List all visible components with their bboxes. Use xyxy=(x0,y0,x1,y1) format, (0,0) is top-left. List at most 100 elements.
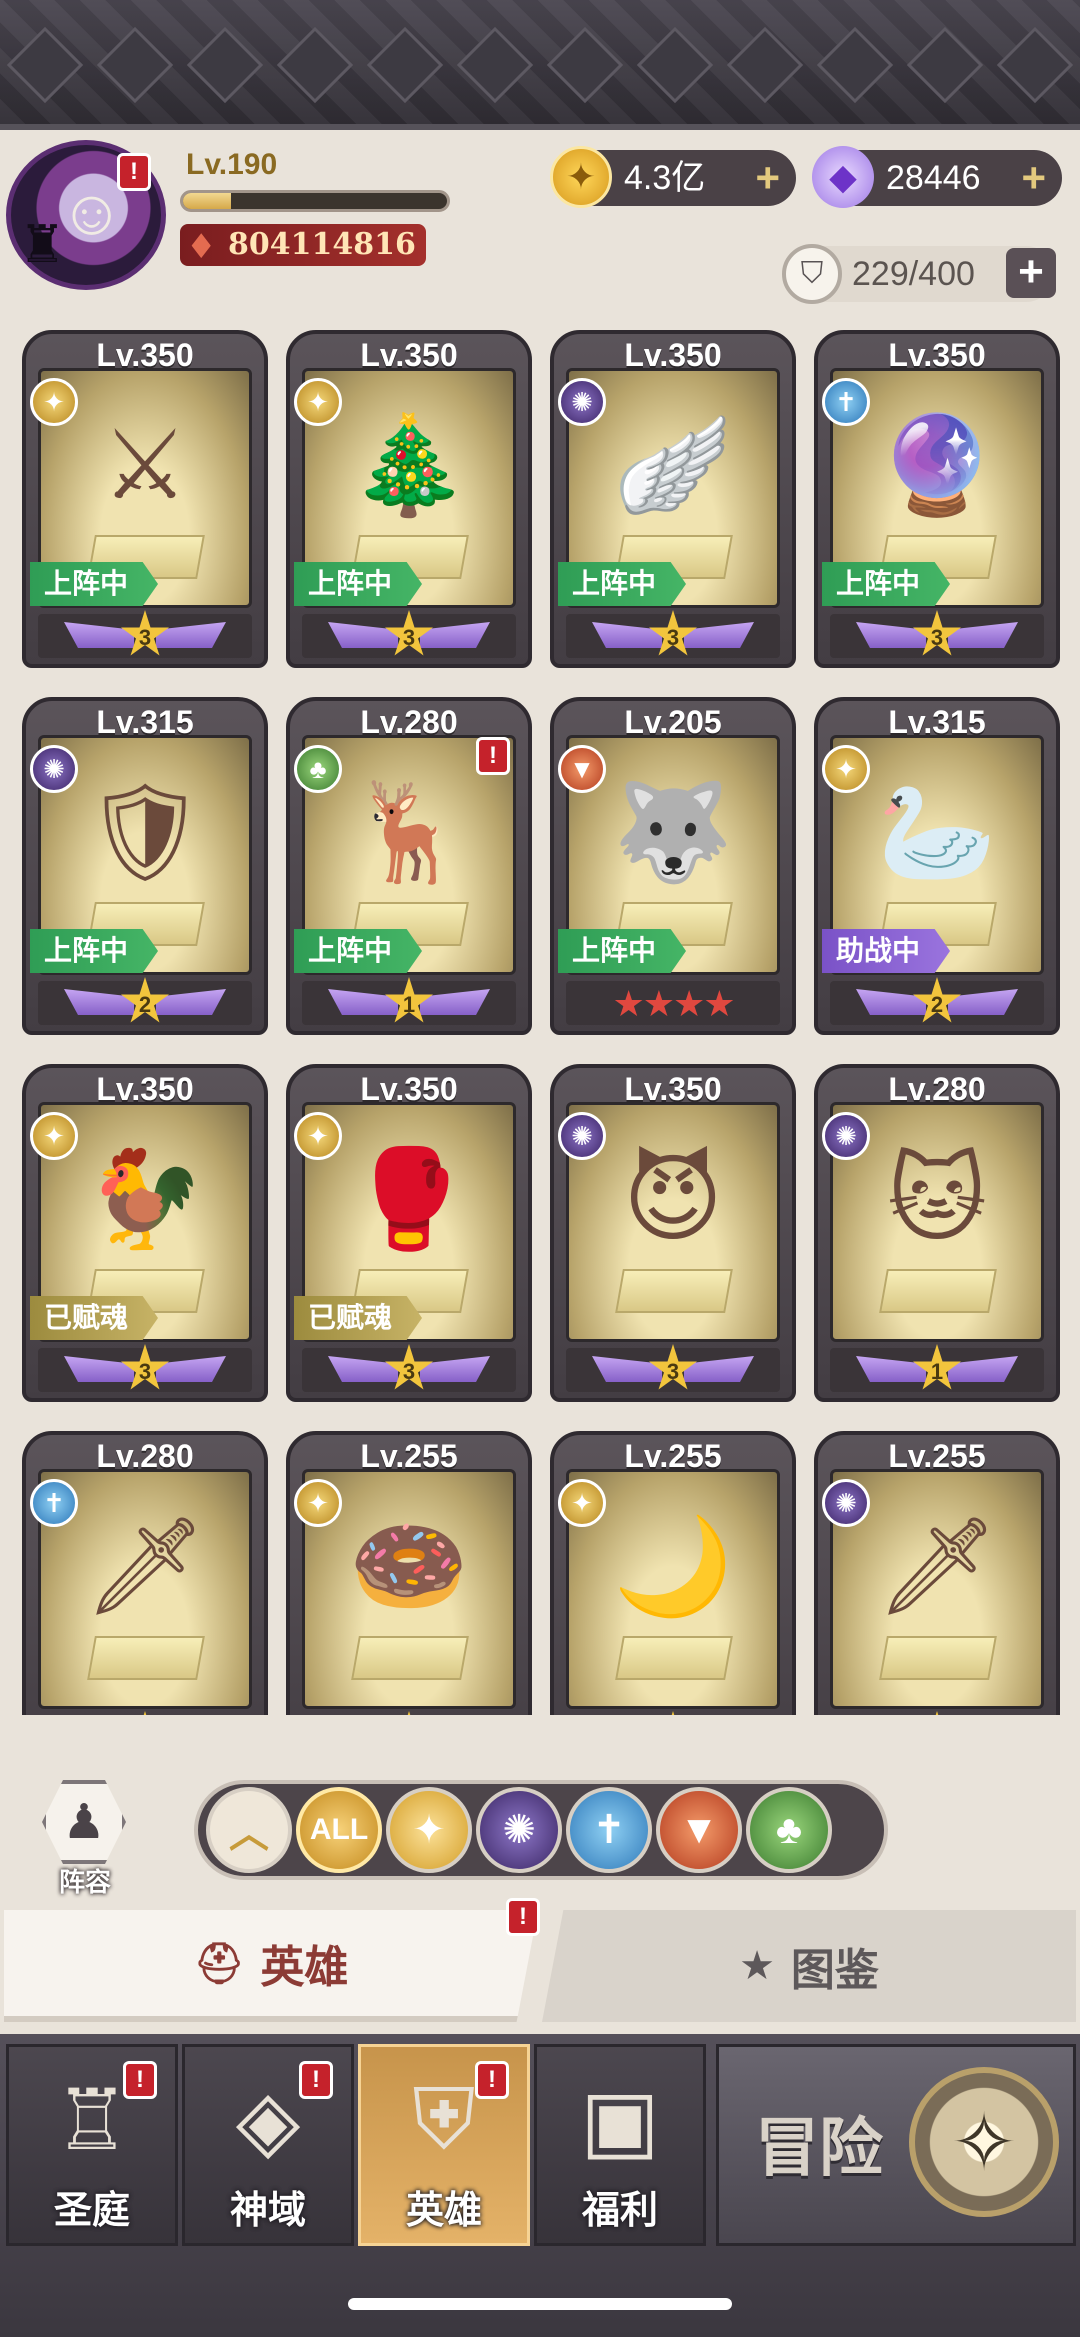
hero-level: Lv.205 xyxy=(624,704,722,740)
faction-dark-icon: ✺ xyxy=(822,1479,870,1527)
faction-sky-icon: ✝ xyxy=(30,1479,78,1527)
hero-rank-bar: 3 xyxy=(38,1344,252,1392)
hero-card[interactable]: 🦌 Lv.280 ♣! 上阵中 1 xyxy=(286,697,532,1035)
hero-card[interactable]: 🥊 Lv.350 ✦ 已赋魂 3 xyxy=(286,1064,532,1402)
hero-level: Lv.350 xyxy=(360,1071,458,1107)
hero-red-stars: ★★★★ xyxy=(612,983,735,1024)
faction-light-icon: ✦ xyxy=(294,378,342,426)
hero-capacity-value: 229/400 xyxy=(852,255,975,293)
hero-status-badge: 上阵中 xyxy=(558,929,687,973)
section-tabs: ⛑ 英雄 ! ★ 图鉴 xyxy=(0,1898,1080,2030)
nav-item-welfare[interactable]: ▣ 福利 xyxy=(534,2044,706,2246)
hero-pedestal xyxy=(879,1636,997,1680)
rank-wing-left-icon xyxy=(328,1356,398,1382)
faction-fire-icon: ▼ xyxy=(558,745,606,793)
hero-card[interactable]: 🎄 Lv.350 ✦ 上阵中 3 xyxy=(286,330,532,668)
hero-sprite-icon: 🍩 xyxy=(349,1513,469,1620)
hero-card[interactable]: 🌙 Lv.255 ✦ xyxy=(550,1431,796,1715)
nav-item-heroes[interactable]: ⛨ 英雄 ! xyxy=(358,2044,530,2246)
hero-sprite-icon: 🥊 xyxy=(349,1146,469,1253)
hero-card[interactable]: 🗡 Lv.255 ✺ xyxy=(814,1431,1060,1715)
hero-status-badge: 上阵中 xyxy=(294,562,423,606)
hero-card[interactable]: 🐺 Lv.205 ▼ 上阵中 ★★★★ xyxy=(550,697,796,1035)
diamond-icon: ◆ xyxy=(812,146,874,208)
hero-sprite-icon: 🐱 xyxy=(886,1146,988,1253)
hero-sprite-icon: 🗡 xyxy=(876,1513,998,1620)
rank-wing-right-icon xyxy=(420,622,490,648)
hero-card[interactable]: 🪽 Lv.350 ✺ 上阵中 3 xyxy=(550,330,796,668)
lineup-button[interactable]: ♟ 阵容 xyxy=(30,1780,140,1897)
hero-level: Lv.315 xyxy=(96,704,194,740)
hero-level: Lv.315 xyxy=(888,704,986,740)
hero-status-badge: 上阵中 xyxy=(558,562,687,606)
hero-alert-badge: ! xyxy=(476,737,510,775)
hero-level: Lv.255 xyxy=(624,1438,722,1474)
gold-currency: ✦ 4.3亿 + xyxy=(550,146,796,208)
filter-sky-chip[interactable]: ✝ xyxy=(566,1787,652,1873)
filter-all-chip[interactable]: ALL xyxy=(296,1787,382,1873)
filter-dark-chip[interactable]: ✺ xyxy=(476,1787,562,1873)
avatar-hero-icon: ☺ xyxy=(59,176,125,248)
hero-status-badge: 上阵中 xyxy=(822,562,951,606)
hero-level: Lv.350 xyxy=(96,1071,194,1107)
hero-rank-bar: 2 xyxy=(38,977,252,1025)
hero-rank-bar: 3 xyxy=(566,610,780,658)
nav-item-sanctuary[interactable]: ♖ 圣庭 ! xyxy=(6,2044,178,2246)
hero-status-badge: 上阵中 xyxy=(30,929,159,973)
add-gems-button[interactable]: + xyxy=(1021,150,1046,206)
rank-wing-right-icon xyxy=(420,1356,490,1382)
hero-card[interactable]: ⚔ Lv.350 ✦ 上阵中 3 xyxy=(22,330,268,668)
hero-level: Lv.350 xyxy=(624,1071,722,1107)
add-gold-button[interactable]: + xyxy=(755,150,780,206)
hero-card[interactable]: 😈 Lv.350 ✺ 3 xyxy=(550,1064,796,1402)
expand-capacity-button[interactable]: + xyxy=(1006,248,1056,298)
top-decorative-band xyxy=(0,0,1080,130)
nav-item-label: 神域 xyxy=(229,2190,306,2232)
hero-card[interactable]: 🛡 Lv.315 ✺ 上阵中 2 xyxy=(22,697,268,1035)
hero-grid: ⚔ Lv.350 ✦ 上阵中 3 🎄 Lv.350 ✦ 上阵中 3 🪽 Lv.350 ✺ 上阵中 3 🔮 Lv.… xyxy=(22,330,1062,1715)
rank-wing-left-icon xyxy=(856,1356,926,1382)
filter-bar: ♟ 阵容 ︿ ALL ✦ ✺ ✝ ▼ ♣ xyxy=(0,1760,1080,1900)
compass-icon: ✧ xyxy=(909,2067,1059,2217)
hero-star-rank xyxy=(913,1711,961,1715)
nav-item-divine-realm[interactable]: ◈ 神域 ! xyxy=(182,2044,354,2246)
codex-book-icon: ★ xyxy=(739,1944,775,1988)
hero-level: Lv.255 xyxy=(888,1438,986,1474)
hero-rank-bar: 3 xyxy=(302,610,516,658)
adventure-button[interactable]: 冒险 ✧ xyxy=(716,2044,1076,2246)
player-level: Lv.190 xyxy=(186,148,278,181)
power-gem-icon: ♦ xyxy=(186,227,217,267)
hero-rank-bar: 3 xyxy=(566,1344,780,1392)
faction-dark-icon: ✺ xyxy=(558,378,606,426)
lineup-label: 阵容 xyxy=(58,1867,111,1897)
rank-wing-left-icon xyxy=(592,1356,662,1382)
hero-card[interactable]: 🍩 Lv.255 ✦ 2 xyxy=(286,1431,532,1715)
hero-rank-bar: ★★★★ xyxy=(566,981,780,1025)
hero-card[interactable]: 🗡 Lv.280 ✝ 1 xyxy=(22,1431,268,1715)
hero-capacity: ⛉ 229/400 + xyxy=(782,244,1056,304)
hero-rank-bar: 2 xyxy=(830,977,1044,1025)
hero-star-rank: 2 xyxy=(385,1711,433,1715)
tab-codex[interactable]: ★ 图鉴 xyxy=(542,1910,1076,2022)
filter-fire-chip[interactable]: ▼ xyxy=(656,1787,742,1873)
filter-light-chip[interactable]: ✦ xyxy=(386,1787,472,1873)
hero-rank-bar: 1 xyxy=(302,977,516,1025)
collapse-chevron-icon[interactable]: ︿ xyxy=(206,1787,292,1873)
player-avatar[interactable]: ♜ ☺ ! xyxy=(6,140,166,290)
home-indicator[interactable] xyxy=(348,2298,732,2310)
hero-rank-bar: 3 xyxy=(830,610,1044,658)
chess-pawn-icon: ♟ xyxy=(42,1780,126,1864)
nav-alert-badge: ! xyxy=(123,2061,157,2099)
tab-heroes[interactable]: ⛑ 英雄 xyxy=(4,1910,538,2022)
filter-nature-chip[interactable]: ♣ xyxy=(746,1787,832,1873)
hero-card[interactable]: 🐓 Lv.350 ✦ 已赋魂 3 xyxy=(22,1064,268,1402)
hero-sprite-icon: 🎄 xyxy=(349,412,469,519)
faction-filter-chips: ︿ ALL ✦ ✺ ✝ ▼ ♣ xyxy=(194,1780,888,1880)
hero-card[interactable]: 🦢 Lv.315 ✦ 助战中 2 xyxy=(814,697,1060,1035)
hero-card[interactable]: 🔮 Lv.350 ✝ 上阵中 3 xyxy=(814,330,1060,668)
faction-light-icon: ✦ xyxy=(558,1479,606,1527)
hero-sprite-icon: 🌙 xyxy=(613,1513,733,1620)
hero-card[interactable]: 🐱 Lv.280 ✺ 1 xyxy=(814,1064,1060,1402)
hero-pedestal xyxy=(87,1636,205,1680)
faction-sky-icon: ✝ xyxy=(822,378,870,426)
